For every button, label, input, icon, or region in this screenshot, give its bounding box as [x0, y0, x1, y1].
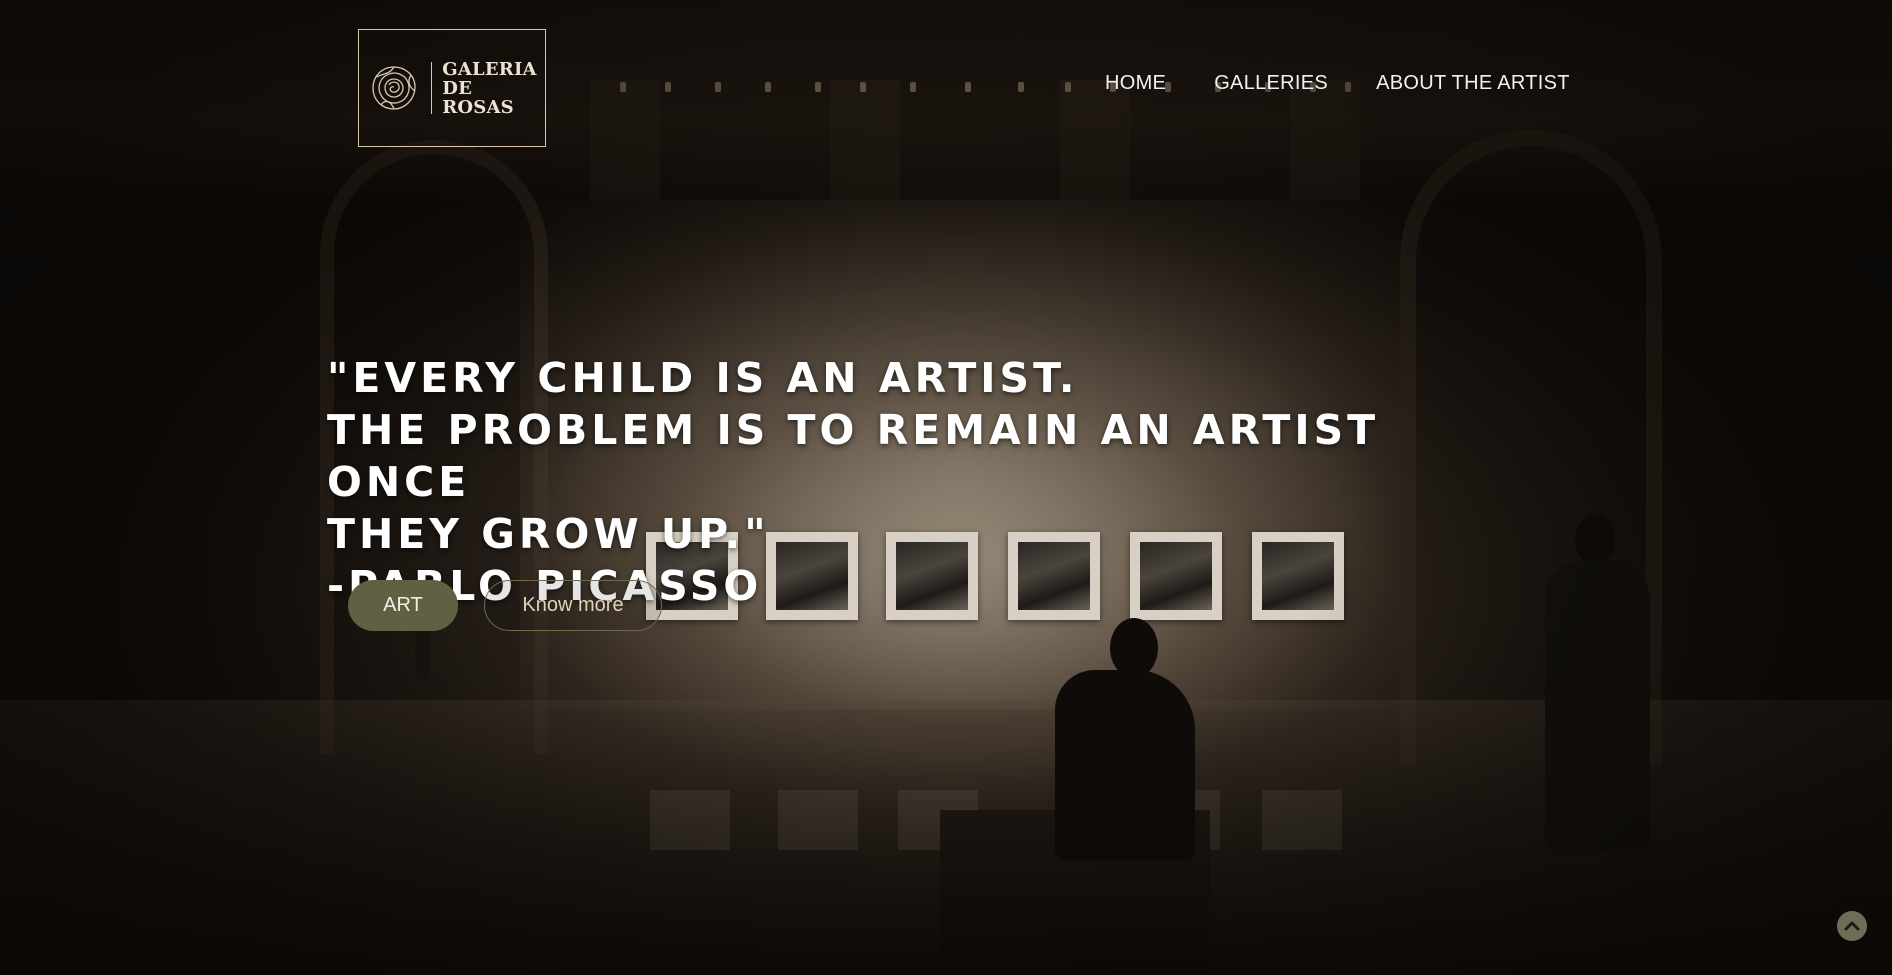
logo-line: ROSAS	[442, 96, 514, 118]
art-button[interactable]: ART	[348, 580, 458, 631]
nav-item-about-the-artist[interactable]: ABOUT THE ARTIST	[1376, 72, 1570, 95]
logo-divider	[431, 62, 433, 114]
scroll-top-button[interactable]	[1837, 911, 1867, 941]
quote-line: THEY GROW UP."	[327, 510, 770, 558]
hero-buttons: ART Know more	[348, 580, 662, 631]
know-more-button[interactable]: Know more	[484, 580, 662, 631]
rose-icon	[372, 66, 416, 110]
logo-line: DE	[442, 77, 472, 99]
hero-quote: "EVERY CHILD IS AN ARTIST. THE PROBLEM I…	[327, 352, 1527, 612]
nav-item-home[interactable]: HOME	[1105, 72, 1166, 95]
chevron-up-icon	[1844, 921, 1860, 931]
nav-item-galleries[interactable]: GALLERIES	[1214, 72, 1328, 95]
site-logo[interactable]: GALERIA DE ROSAS	[358, 29, 546, 147]
logo-wordmark: GALERIA DE ROSAS	[442, 60, 536, 117]
logo-line: GALERIA	[442, 58, 537, 80]
main-nav: HOME GALLERIES ABOUT THE ARTIST	[1105, 72, 1570, 95]
quote-line: "EVERY CHILD IS AN ARTIST.	[327, 354, 1079, 402]
quote-line: THE PROBLEM IS TO REMAIN AN ARTIST ONCE	[327, 406, 1380, 506]
